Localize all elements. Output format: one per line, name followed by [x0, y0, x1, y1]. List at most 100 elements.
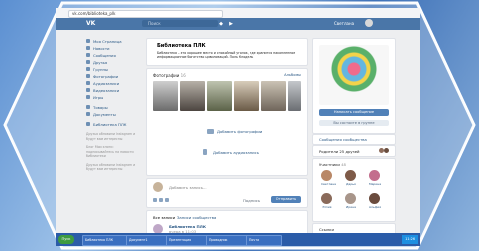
photo-thumbnail[interactable]	[180, 81, 205, 111]
albums-link[interactable]: Альбомы	[284, 73, 301, 77]
photo-thumbnail[interactable]	[153, 81, 178, 111]
member-name: Ирина	[346, 205, 356, 209]
members-title[interactable]: Участники 48	[319, 162, 346, 167]
links-title[interactable]: Ссылки	[319, 227, 334, 232]
member-item[interactable]: Дарья	[345, 170, 357, 186]
member-item[interactable]: Ирина	[345, 193, 357, 209]
game-icon	[86, 95, 90, 99]
reminders-text[interactable]: Родители 25 друзей	[319, 149, 360, 154]
member-item[interactable]: Альфия	[369, 193, 381, 209]
browser-window: vk.com/biblioteka_plk VK Поиск ◆ ▶ Светл…	[56, 8, 420, 246]
avatar	[345, 193, 356, 204]
menu-item-documents[interactable]: Документы	[86, 111, 141, 118]
camera-icon[interactable]	[153, 198, 157, 202]
group-cover-image[interactable]	[319, 45, 389, 105]
tab-all-posts[interactable]: Все записи	[153, 215, 175, 220]
add-photos-link[interactable]: Добавить фотографии	[217, 129, 262, 134]
avatar	[384, 148, 389, 153]
vk-logo[interactable]: VK	[86, 20, 98, 28]
menu-label: Документы	[93, 112, 116, 117]
user-name[interactable]: Светлана	[334, 20, 394, 28]
menu-item-goods[interactable]: Товары	[86, 104, 141, 111]
start-button[interactable]: Пуск	[58, 235, 74, 244]
menu-item-my-page[interactable]: Моя Страница	[86, 38, 141, 45]
taskbar-item[interactable]: Презентация	[166, 235, 208, 246]
member-item[interactable]: Светлана	[321, 170, 337, 186]
subscribe-button[interactable]: Вы состоите в группе	[319, 120, 389, 126]
add-audio-link[interactable]: Добавить аудиозапись	[213, 150, 259, 155]
menu-item-games[interactable]: Игры	[86, 94, 141, 101]
menu-item-audio[interactable]: Аудиозаписи	[86, 80, 141, 87]
search-input[interactable]: Поиск	[142, 20, 218, 27]
address-bar[interactable]: vk.com/biblioteka_plk	[68, 10, 223, 18]
post-input[interactable]: Добавить запись...	[169, 185, 207, 190]
community-messages-link[interactable]: Сообщения сообщества	[319, 137, 367, 142]
submit-post-button[interactable]: Отправить	[271, 196, 301, 203]
menu-ad-1[interactable]: Друзья обновили Instagram и будут вам ин…	[86, 132, 141, 141]
member-name: Юлия	[322, 205, 332, 209]
photo-thumbnail[interactable]	[288, 81, 301, 111]
photo-thumbnail[interactable]	[261, 81, 286, 111]
menu-item-photos[interactable]: Фотографии	[86, 73, 141, 80]
bag-icon	[86, 105, 90, 109]
home-icon	[86, 39, 90, 43]
signature-label[interactable]: Подпись	[243, 198, 260, 203]
photos-title[interactable]: Фотографии 16	[153, 73, 186, 78]
menu-label: Товары	[93, 105, 108, 110]
taskbar-item[interactable]: Документ1	[126, 235, 168, 246]
friends-icon	[86, 60, 90, 64]
member-name: Альфия	[369, 205, 382, 209]
menu-ad-2[interactable]: Блог Мои книги: подписывайтесь на новост…	[86, 145, 141, 159]
music-note-icon	[203, 149, 207, 155]
video-icon	[86, 88, 90, 92]
photo-thumbnail[interactable]	[207, 81, 232, 111]
news-icon	[86, 46, 90, 50]
menu-item-news[interactable]: Новости	[86, 45, 141, 52]
taskbar-item[interactable]: Почта	[246, 235, 282, 246]
menu-item-video[interactable]: Видеозаписи	[86, 87, 141, 94]
menu-ad-3[interactable]: Друзья обновили Instagram и будут вам ин…	[86, 163, 141, 172]
message-button[interactable]: Написать сообщение	[319, 109, 389, 116]
taskbar-item[interactable]: Библиотека ПЛК	[82, 235, 128, 246]
play-icon[interactable]: ▶	[228, 21, 234, 27]
menu-item-messages[interactable]: Сообщения	[86, 52, 141, 59]
member-name: Дарья	[346, 182, 356, 186]
group-header-card: Библиотека ПЛК Библиотека – это хорошее …	[146, 38, 308, 66]
group-avatar-icon	[86, 122, 90, 126]
tab-community-posts[interactable]: Записи сообщества	[177, 215, 216, 220]
music-icon[interactable]	[165, 198, 169, 202]
avatar	[369, 193, 380, 204]
menu-label: Моя Страница	[93, 39, 122, 44]
member-name: Марина	[369, 182, 382, 186]
taskbar-item[interactable]: Проводник	[206, 235, 248, 246]
message-icon	[86, 53, 90, 57]
members-count: 48	[341, 162, 346, 167]
member-item[interactable]: Марина	[369, 170, 381, 186]
menu-label: Друзья	[93, 60, 108, 65]
menu-item-friends[interactable]: Друзья	[86, 59, 141, 66]
music-icon	[86, 81, 90, 85]
video-icon[interactable]	[159, 198, 163, 202]
menu-label: Аудиозаписи	[93, 81, 120, 86]
camera-icon	[207, 129, 214, 134]
clock: 11:26	[402, 235, 418, 244]
bell-icon[interactable]: ◆	[218, 21, 224, 27]
member-item[interactable]: Юлия	[321, 193, 333, 209]
avatar	[321, 193, 332, 204]
member-name: Светлана	[321, 182, 337, 186]
camera-icon	[86, 74, 90, 78]
menu-label: Видеозаписи	[93, 88, 120, 93]
document-icon	[86, 112, 90, 116]
photos-count: 16	[180, 73, 186, 78]
vk-header: VK Поиск ◆ ▶ Светлана	[56, 18, 420, 30]
photo-thumbnail[interactable]	[234, 81, 259, 111]
group-cover-card: Написать сообщение Вы состоите в группе	[312, 38, 396, 134]
taskbar: Пуск Библиотека ПЛК Документ1 Презентаци…	[56, 233, 420, 246]
reminders-card: Родители 25 друзей	[312, 145, 396, 157]
menu-label: Библиотека ПЛК	[93, 122, 127, 127]
groups-icon	[86, 67, 90, 71]
post-composer: Добавить запись... Подпись Отправить	[146, 178, 308, 208]
menu-item-library[interactable]: Библиотека ПЛК	[86, 121, 141, 128]
menu-item-groups[interactable]: Группы	[86, 66, 141, 73]
group-title: Библиотека ПЛК	[157, 43, 206, 49]
